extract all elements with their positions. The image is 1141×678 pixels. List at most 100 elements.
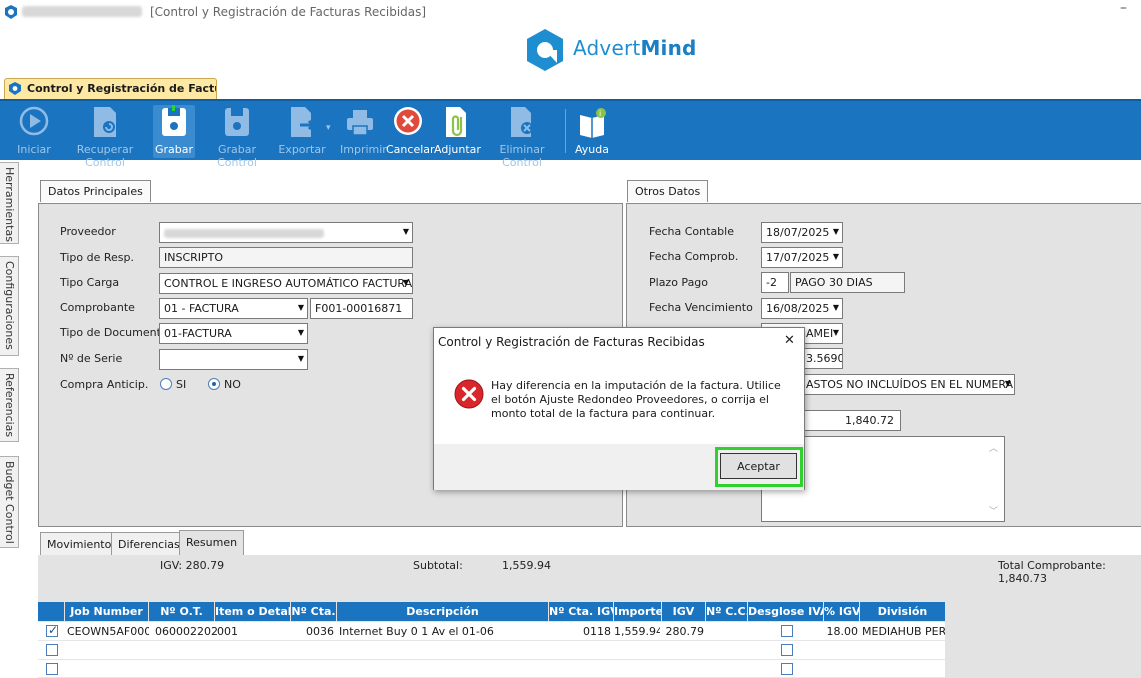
cell-item: 001 [217,625,238,638]
tab-resumen[interactable]: Resumen [179,530,245,555]
delete-control-button[interactable]: Eliminar Control [484,105,560,169]
side-tab-referencias[interactable]: Referencias [0,368,19,442]
error-icon [454,379,484,409]
cell-cc [706,622,746,641]
col-pct-igv[interactable]: % IGV [824,602,860,621]
col-importe[interactable]: Importe [614,602,662,621]
desglose-iva-checkbox[interactable] [781,625,793,637]
compra-no-label: NO [224,378,241,391]
igv-total: IGV: 280.79 [160,559,225,572]
comprobante-label: Comprobante [60,301,135,314]
table-row[interactable] [38,660,945,678]
tipo-carga-label: Tipo Carga [60,276,120,289]
cancel-label: Cancelar [386,143,435,156]
cell-job-number: CEOWN5AF0001 [67,625,149,638]
fecha-contable-label: Fecha Contable [649,225,734,238]
save-icon [158,105,190,141]
recover-control-button[interactable]: Recuperar Control [60,105,150,169]
table-row[interactable] [38,641,945,660]
export-label: Exportar [278,143,326,156]
side-tab-budget-control[interactable]: Budget Control [0,456,19,548]
serie-select[interactable] [159,349,308,370]
help-book-icon: i [576,105,608,141]
comprobante-number-input[interactable]: F001-00016871 [310,298,413,319]
col-cc[interactable]: Nº C.C. [706,602,748,621]
cancel-button[interactable]: Cancelar [386,105,435,156]
fecha-contable-picker[interactable]: 18/07/2025 [761,222,843,243]
tab-diferencias[interactable]: Diferencias [111,532,187,555]
side-tab-configuraciones[interactable]: Configuraciones [0,256,19,356]
subtotal-label: Subtotal: [413,559,463,572]
col-division[interactable]: División [860,602,945,621]
cell-pct-igv: 18.00 [826,625,859,638]
tipo-documento-label: Tipo de Documento [60,326,168,339]
grid-header-check [38,602,65,621]
plazo-pago-code-input[interactable]: -2 [761,272,789,293]
proveedor-select[interactable] [159,222,413,243]
svg-text:i: i [599,109,601,118]
col-item[interactable]: Item o Detalle [215,602,291,621]
tab-otros-datos[interactable]: Otros Datos [627,180,709,202]
tab-datos-principales[interactable]: Datos Principales [40,180,151,202]
recover-control-label: Recuperar Control [76,143,134,169]
accept-button[interactable]: Aceptar [720,453,797,479]
scroll-up-icon[interactable]: ︿ [989,441,998,454]
plazo-pago-label: Plazo Pago [649,276,709,289]
cell-cta: 0036 [306,625,334,638]
col-job-number[interactable]: Job Number [65,602,149,621]
tipo-documento-select[interactable]: 01-FACTURA [159,323,308,344]
blurred-company-name [22,6,142,17]
start-button[interactable]: Iniciar [12,105,56,156]
main-toolbar: Iniciar Recuperar Control Grabar Grabar … [0,99,1141,169]
save-button[interactable]: Grabar [153,105,195,158]
fecha-comprob-picker[interactable]: 17/07/2025 [761,247,843,268]
tipo-carga-select[interactable]: CONTROL E INGRESO AUTOMÁTICO FACTURAS DE… [159,273,413,294]
col-descripcion[interactable]: Descripción [337,602,549,621]
grid-header: Job Number Nº O.T. Item o Detalle Nº Cta… [38,602,945,621]
row-checkbox[interactable] [46,644,58,656]
window-title: [Control y Registración de Facturas Reci… [150,5,427,19]
document-tab[interactable]: Control y Registración de Factura... [4,78,217,99]
row-checkbox[interactable] [46,623,58,637]
delete-doc-icon [506,105,538,141]
attach-button[interactable]: Adjuntar [434,105,481,156]
export-dropdown-arrow-icon[interactable]: ▾ [326,123,331,133]
side-tab-herramientas[interactable]: Herramientas [0,162,19,244]
row-checkbox[interactable] [46,663,58,675]
table-row[interactable]: CEOWN5AF0001 0600022025 001 0036 Interne… [38,622,945,641]
minimize-button[interactable]: – [1120,0,1127,16]
col-igv[interactable]: IGV [662,602,706,621]
compra-no-radio[interactable] [208,378,220,390]
play-icon [18,105,50,141]
save-control-label: Grabar Control [217,143,257,169]
col-cta[interactable]: Nº Cta. [291,602,337,621]
compra-si-radio[interactable] [160,378,172,390]
help-button[interactable]: i Ayuda [573,105,611,156]
start-label: Iniciar [17,143,51,156]
print-button[interactable]: Imprimir [340,105,387,156]
fecha-comprob-label: Fecha Comprob. [649,250,739,263]
desglose-iva-checkbox[interactable] [781,663,793,675]
cell-importe: 1,559.94 [614,625,660,638]
export-button[interactable]: Exportar [278,105,326,156]
fecha-vencimiento-picker[interactable]: 16/08/2025 [761,298,843,319]
help-label: Ayuda [575,143,609,156]
cell-descripcion: Internet Buy 0 1 Av el 01-06 [339,625,494,638]
recover-doc-icon [89,105,121,141]
comprobante-select[interactable]: 01 - FACTURA [159,298,308,319]
tipo-resp-field: INSCRIPTO [159,247,413,268]
attach-icon [441,105,473,141]
save-control-button[interactable]: Grabar Control [200,105,274,169]
toolbar-separator [565,109,566,153]
attach-label: Adjuntar [434,143,481,156]
dialog-close-button[interactable]: ✕ [784,333,795,348]
compra-si-label: SI [176,378,187,391]
print-label: Imprimir [340,143,387,156]
cell-ot: 0600022025 [155,625,217,638]
advertmind-logo-icon [527,29,563,71]
scroll-down-icon[interactable]: ﹀ [989,504,998,517]
desglose-iva-checkbox[interactable] [781,644,793,656]
col-cta-igv[interactable]: Nº Cta. IGV [549,602,614,621]
col-ot[interactable]: Nº O.T. [149,602,215,621]
col-desglose-iva[interactable]: Desglose IVA [748,602,824,621]
